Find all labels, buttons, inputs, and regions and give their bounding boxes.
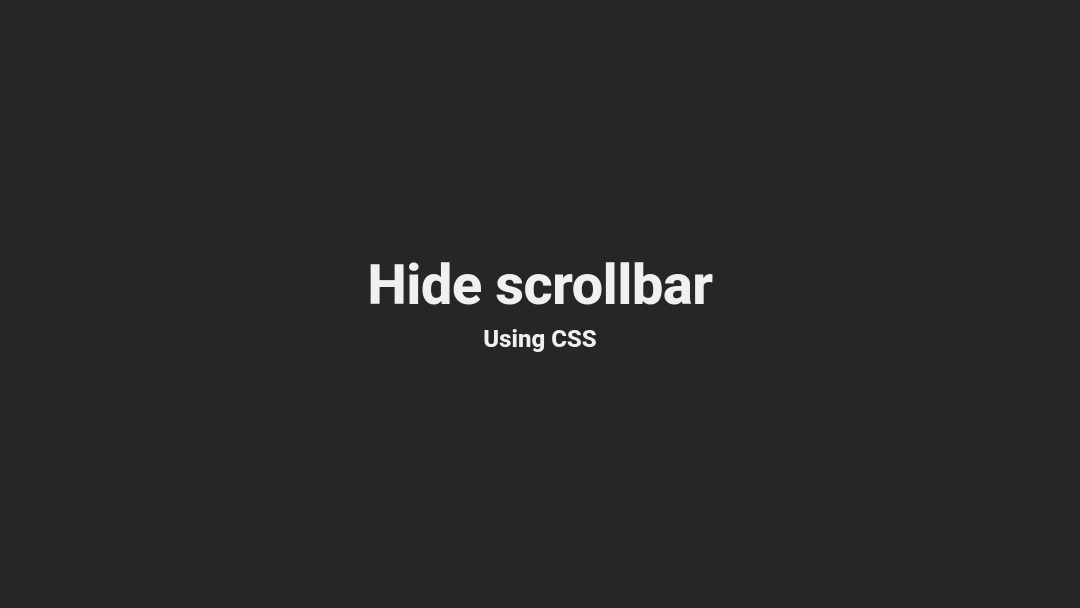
title-container: Hide scrollbar Using CSS (367, 255, 712, 353)
main-title: Hide scrollbar (367, 255, 712, 317)
subtitle: Using CSS (367, 325, 712, 353)
